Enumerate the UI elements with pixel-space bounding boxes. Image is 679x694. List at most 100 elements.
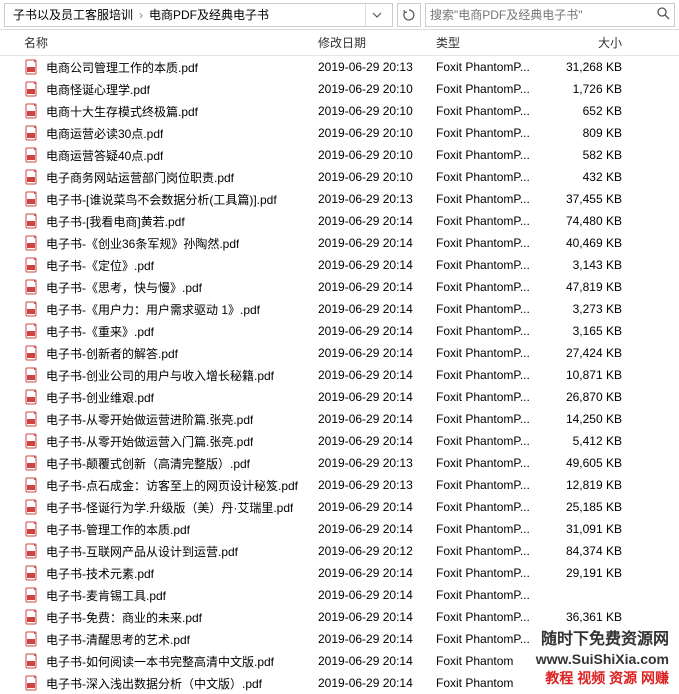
file-type: Foxit PhantomP... xyxy=(436,456,548,470)
pdf-file-icon xyxy=(24,411,40,427)
file-date: 2019-06-29 20:14 xyxy=(318,676,436,690)
file-row[interactable]: 电商运营必读30点.pdf2019-06-29 20:10Foxit Phant… xyxy=(0,122,679,144)
file-row[interactable]: 电子书-《创业36条军规》孙陶然.pdf2019-06-29 20:14Foxi… xyxy=(0,232,679,254)
file-row[interactable]: 电子书-创新者的解答.pdf2019-06-29 20:14Foxit Phan… xyxy=(0,342,679,364)
file-type: Foxit Phantom xyxy=(436,654,548,668)
pdf-file-icon xyxy=(24,235,40,251)
refresh-icon xyxy=(402,8,416,22)
file-size: 36,361 KB xyxy=(548,610,638,624)
file-row[interactable]: 电子书-麦肯锡工具.pdf2019-06-29 20:14Foxit Phant… xyxy=(0,584,679,606)
file-row[interactable]: 电子书-创业维艰.pdf2019-06-29 20:14Foxit Phanto… xyxy=(0,386,679,408)
pdf-file-icon xyxy=(24,675,40,691)
file-row[interactable]: 电商运营答疑40点.pdf2019-06-29 20:10Foxit Phant… xyxy=(0,144,679,166)
file-type: Foxit Phantom xyxy=(436,676,548,690)
pdf-file-icon xyxy=(24,147,40,163)
pdf-file-icon xyxy=(24,213,40,229)
file-row[interactable]: 电子书-互联网产品从设计到运营.pdf2019-06-29 20:12Foxit… xyxy=(0,540,679,562)
file-type: Foxit PhantomP... xyxy=(436,214,548,228)
file-row[interactable]: 电子书-免费：商业的未来.pdf2019-06-29 20:14Foxit Ph… xyxy=(0,606,679,628)
file-row[interactable]: 电商怪诞心理学.pdf2019-06-29 20:10Foxit Phantom… xyxy=(0,78,679,100)
file-type: Foxit PhantomP... xyxy=(436,60,548,74)
file-size: 26,870 KB xyxy=(548,390,638,404)
refresh-button[interactable] xyxy=(397,3,421,27)
pdf-file-icon xyxy=(24,543,40,559)
pdf-file-icon xyxy=(24,59,40,75)
file-type: Foxit PhantomP... xyxy=(436,148,548,162)
file-row[interactable]: 电商十大生存模式终极篇.pdf2019-06-29 20:10Foxit Pha… xyxy=(0,100,679,122)
file-row[interactable]: 电子商务网站运营部门岗位职责.pdf2019-06-29 20:10Foxit … xyxy=(0,166,679,188)
file-date: 2019-06-29 20:13 xyxy=(318,478,436,492)
file-name: 电子书-怪诞行为学.升级版（美）丹·艾瑞里.pdf xyxy=(46,499,293,516)
file-type: Foxit PhantomP... xyxy=(436,368,548,382)
file-row[interactable]: 电子书-如何阅读一本书完整高清中文版.pdf2019-06-29 20:14Fo… xyxy=(0,650,679,672)
pdf-file-icon xyxy=(24,389,40,405)
file-row[interactable]: 电子书-清醒思考的艺术.pdf2019-06-29 20:14Foxit Pha… xyxy=(0,628,679,650)
file-row[interactable]: 电子书-怪诞行为学.升级版（美）丹·艾瑞里.pdf 2019-06-29 20:1… xyxy=(0,496,679,518)
pdf-file-icon xyxy=(24,433,40,449)
file-row[interactable]: 电子书-点石成金：访客至上的网页设计秘笈.pdf2019-06-29 20:13… xyxy=(0,474,679,496)
pdf-file-icon xyxy=(24,279,40,295)
file-size: 31,091 KB xyxy=(548,522,638,536)
file-row[interactable]: 电子书-深入浅出数据分析（中文版）.pdf2019-06-29 20:14Fox… xyxy=(0,672,679,694)
file-name: 电子书-颠覆式创新（高清完整版）.pdf xyxy=(46,455,250,472)
file-size: 1,726 KB xyxy=(548,82,638,96)
file-row[interactable]: 电子书-从零开始做运营进阶篇.张亮.pdf2019-06-29 20:14Fox… xyxy=(0,408,679,430)
file-date: 2019-06-29 20:14 xyxy=(318,236,436,250)
column-header-type[interactable]: 类型 xyxy=(436,34,548,51)
file-row[interactable]: 电子书-《定位》.pdf2019-06-29 20:14Foxit Phanto… xyxy=(0,254,679,276)
file-name: 电子书-《用户力：用户需求驱动 1》.pdf xyxy=(46,301,260,318)
column-header-name[interactable]: 名称 xyxy=(18,34,318,51)
breadcrumb-item-2[interactable]: 电商PDF及经典电子书 xyxy=(145,6,273,23)
file-name: 电子书-[谁说菜鸟不会数据分析(工具篇)].pdf xyxy=(46,191,277,208)
pdf-file-icon xyxy=(24,455,40,471)
file-type: Foxit PhantomP... xyxy=(436,500,548,514)
file-name: 电子书-创业维艰.pdf xyxy=(46,389,154,406)
file-date: 2019-06-29 20:14 xyxy=(318,522,436,536)
file-row[interactable]: 电子书-创业公司的用户与收入增长秘籍.pdf2019-06-29 20:14Fo… xyxy=(0,364,679,386)
search-icon[interactable] xyxy=(656,6,670,23)
file-name: 电商运营必读30点.pdf xyxy=(46,125,163,142)
file-size: 3,273 KB xyxy=(548,302,638,316)
file-row[interactable]: 电子书-[我看电商]黄若.pdf2019-06-29 20:14Foxit Ph… xyxy=(0,210,679,232)
breadcrumb-dropdown-icon[interactable] xyxy=(365,4,388,26)
file-size: 809 KB xyxy=(548,126,638,140)
file-name: 电子书-创新者的解答.pdf xyxy=(46,345,178,362)
file-name: 电子书-《定位》.pdf xyxy=(46,257,154,274)
file-date: 2019-06-29 20:10 xyxy=(318,148,436,162)
breadcrumb-separator-icon: › xyxy=(137,8,145,22)
file-row[interactable]: 电子书-《用户力：用户需求驱动 1》.pdf2019-06-29 20:14Fo… xyxy=(0,298,679,320)
file-date: 2019-06-29 20:10 xyxy=(318,104,436,118)
pdf-file-icon xyxy=(24,565,40,581)
column-header-size[interactable]: 大小 xyxy=(548,34,638,51)
file-date: 2019-06-29 20:14 xyxy=(318,346,436,360)
breadcrumb[interactable]: 子书以及员工客服培训 › 电商PDF及经典电子书 xyxy=(4,3,393,27)
breadcrumb-item-1[interactable]: 子书以及员工客服培训 xyxy=(9,6,137,23)
file-row[interactable]: 电子书-技术元素.pdf2019-06-29 20:14Foxit Phanto… xyxy=(0,562,679,584)
file-row[interactable]: 电子书-《重来》.pdf2019-06-29 20:14Foxit Phanto… xyxy=(0,320,679,342)
file-type: Foxit PhantomP... xyxy=(436,566,548,580)
file-name: 电子书-从零开始做运营进阶篇.张亮.pdf xyxy=(46,411,253,428)
file-row[interactable]: 电子书-《思考，快与慢》.pdf2019-06-29 20:14Foxit Ph… xyxy=(0,276,679,298)
file-size: 25,185 KB xyxy=(548,500,638,514)
file-row[interactable]: 电商公司管理工作的本质.pdf2019-06-29 20:13Foxit Pha… xyxy=(0,56,679,78)
file-size: 37,455 KB xyxy=(548,192,638,206)
file-date: 2019-06-29 20:14 xyxy=(318,258,436,272)
file-row[interactable]: 电子书-颠覆式创新（高清完整版）.pdf2019-06-29 20:13Foxi… xyxy=(0,452,679,474)
file-date: 2019-06-29 20:14 xyxy=(318,500,436,514)
file-size: 10,871 KB xyxy=(548,368,638,382)
file-size: 432 KB xyxy=(548,170,638,184)
pdf-file-icon xyxy=(24,301,40,317)
file-row[interactable]: 电子书-管理工作的本质.pdf2019-06-29 20:14Foxit Pha… xyxy=(0,518,679,540)
file-type: Foxit PhantomP... xyxy=(436,632,548,646)
file-row[interactable]: 电子书-从零开始做运营入门篇.张亮.pdf2019-06-29 20:14Fox… xyxy=(0,430,679,452)
search-box[interactable] xyxy=(425,3,675,27)
file-size: 14,250 KB xyxy=(548,412,638,426)
file-name: 电商十大生存模式终极篇.pdf xyxy=(46,103,198,120)
file-type: Foxit PhantomP... xyxy=(436,588,548,602)
file-type: Foxit PhantomP... xyxy=(436,126,548,140)
search-input[interactable] xyxy=(430,8,656,22)
column-header-date[interactable]: 修改日期 xyxy=(318,34,436,51)
file-row[interactable]: 电子书-[谁说菜鸟不会数据分析(工具篇)].pdf2019-06-29 20:1… xyxy=(0,188,679,210)
file-name: 电子书-清醒思考的艺术.pdf xyxy=(46,631,190,648)
file-size: 49,605 KB xyxy=(548,456,638,470)
